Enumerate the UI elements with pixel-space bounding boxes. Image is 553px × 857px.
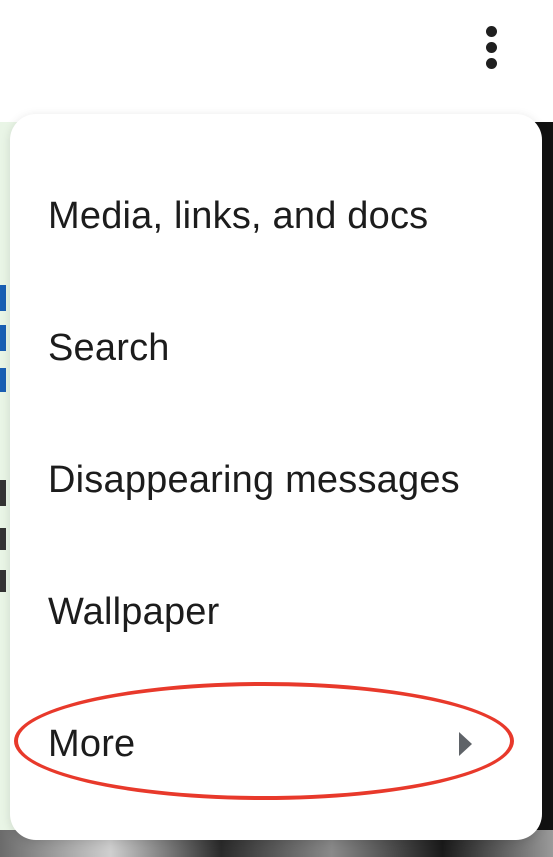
kebab-dot: [486, 58, 497, 69]
menu-item-media-links-docs[interactable]: Media, links, and docs: [10, 150, 542, 282]
menu-item-label: Disappearing messages: [48, 458, 460, 501]
chat-text-fragment: [0, 368, 6, 392]
chat-text-fragment: [0, 528, 6, 550]
menu-item-disappearing-messages[interactable]: Disappearing messages: [10, 414, 542, 546]
menu-item-label: Search: [48, 326, 170, 369]
overflow-menu: Media, links, and docs Search Disappeari…: [10, 114, 542, 840]
menu-item-search[interactable]: Search: [10, 282, 542, 414]
more-vert-icon[interactable]: [476, 24, 508, 72]
chat-text-fragment: [0, 480, 6, 506]
chat-text-fragment: [0, 325, 6, 351]
kebab-dot: [486, 26, 497, 37]
app-bar: [0, 0, 553, 122]
menu-item-label: Wallpaper: [48, 590, 220, 633]
kebab-dot: [486, 42, 497, 53]
menu-item-more[interactable]: More: [10, 678, 542, 810]
menu-item-label: More: [48, 722, 136, 765]
chat-text-fragment: [0, 285, 6, 311]
menu-item-wallpaper[interactable]: Wallpaper: [10, 546, 542, 678]
chat-text-fragment: [0, 570, 6, 592]
chevron-right-icon: [459, 732, 472, 756]
menu-item-label: Media, links, and docs: [48, 194, 429, 237]
